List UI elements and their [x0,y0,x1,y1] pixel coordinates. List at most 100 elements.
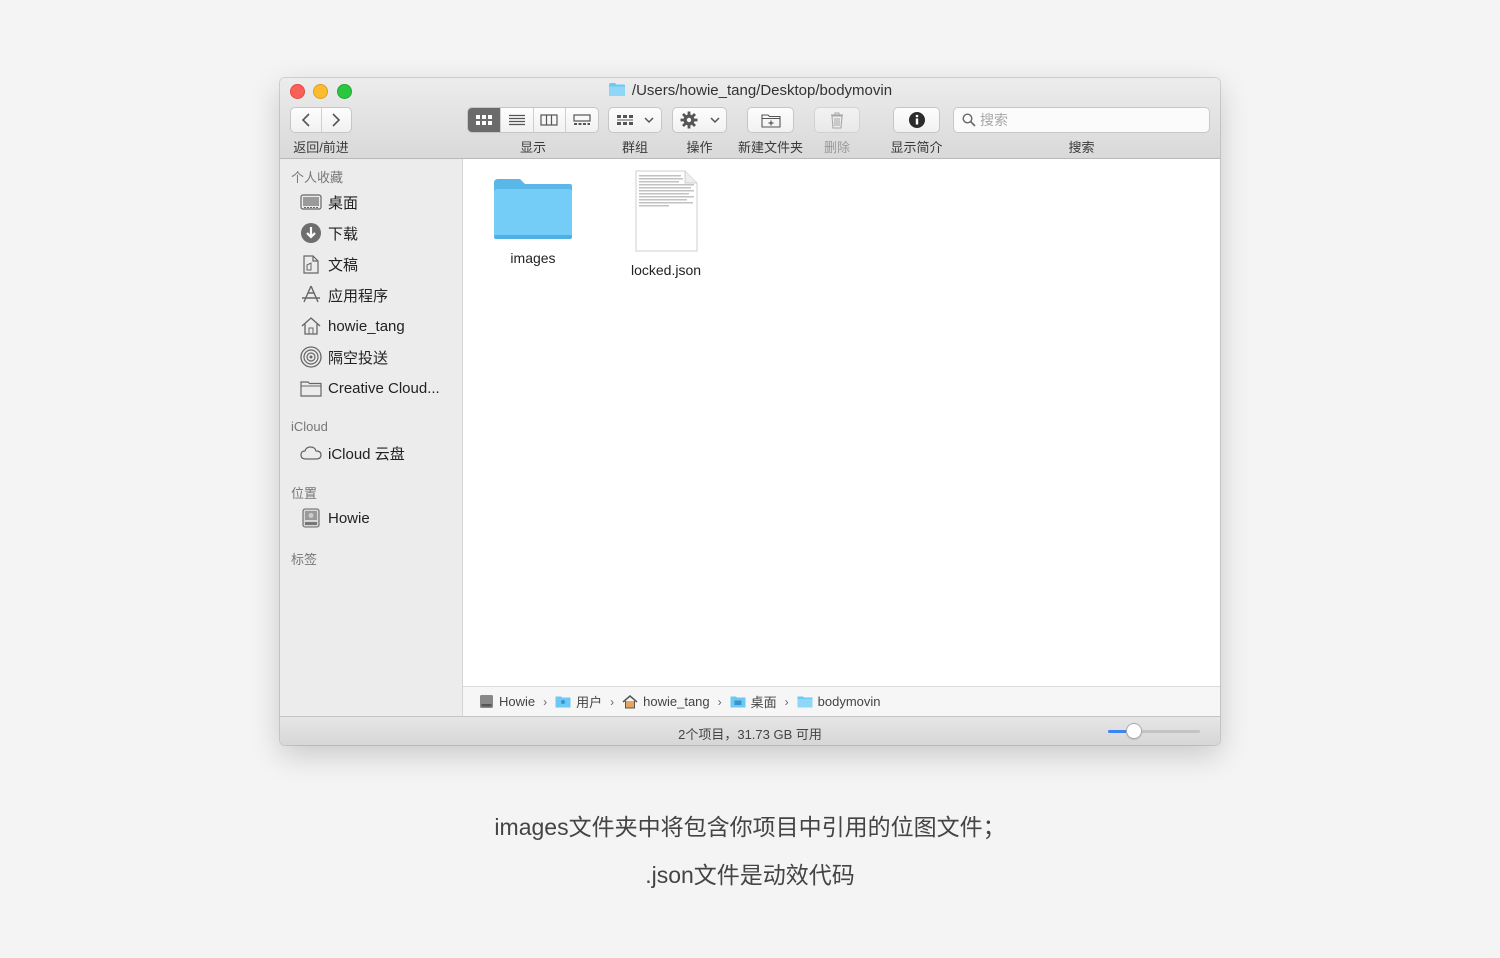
sidebar-section-locations: 位置 [291,486,318,501]
back-button[interactable] [291,108,322,132]
action-button[interactable] [672,107,727,133]
disk-icon [479,694,494,709]
trash-icon [831,112,843,129]
column-view-button[interactable] [534,108,567,132]
action-label: 操作 [686,140,713,155]
new-folder-button[interactable] [747,107,794,133]
chevron-right-icon [332,113,341,127]
path-bar: Howie › 用户 › howie_tang › 桌面 › bodymovin [463,686,1220,716]
chevron-down-icon [644,117,654,124]
back-forward-label: 返回/前进 [293,140,349,155]
sidebar-section-tags: 标签 [291,552,318,567]
status-bar: 2个项目，31.73 GB 可用 [280,716,1220,745]
sidebar-item-label: 文稿 [328,256,359,274]
get-info-label: 显示简介 [890,140,943,155]
home-icon [622,694,638,709]
caption-line-2: .json文件是动效代码 [645,862,855,888]
folder-icon [608,82,626,102]
cloud-icon [300,442,322,464]
sidebar-item-icloud-drive[interactable]: iCloud 云盘 [300,439,460,467]
sidebar-item-label: 应用程序 [328,287,389,305]
breadcrumb-label: 桌面 [750,695,777,710]
search-label: 搜索 [1068,140,1095,155]
search-icon [962,113,976,127]
sidebar-item-label: Howie [328,509,370,527]
gear-icon [680,111,697,129]
back-forward-control [290,107,352,133]
sidebar-item-applications[interactable]: 应用程序 [300,281,460,309]
disk-icon [300,507,322,529]
chevron-right-icon: › [543,694,548,709]
finder-window: /Users/howie_tang/Desktop/bodymovin 返回/前… [280,78,1220,745]
breadcrumb-howie[interactable]: Howie [479,694,535,709]
breadcrumb-users[interactable]: 用户 [555,692,602,711]
sidebar-item-downloads[interactable]: 下载 [300,219,460,247]
file-item-images[interactable]: images [483,169,583,266]
window-title: /Users/howie_tang/Desktop/bodymovin [280,82,1220,102]
breadcrumb-label: bodymovin [817,694,881,709]
chevron-left-icon [301,113,310,127]
forward-button[interactable] [322,108,352,132]
document-icon [635,170,698,252]
breadcrumb-bodymovin[interactable]: bodymovin [797,694,881,709]
file-name: locked.json [630,262,702,278]
get-info-button[interactable] [893,107,940,133]
folder-icon [300,377,322,399]
download-icon [300,222,322,244]
airdrop-icon [300,346,322,368]
file-browser: images locked.json [463,159,1220,686]
sidebar-item-home[interactable]: howie_tang [300,312,460,340]
group-grid-icon [617,115,633,125]
breadcrumb-label: 用户 [576,695,603,710]
sidebar-item-label: 下载 [328,225,359,243]
home-icon [300,315,322,337]
group-button[interactable] [608,107,662,133]
sidebar: 个人收藏 桌面 下载 文稿 应用程序 howie_tang 隔空投送 Creat… [280,159,463,716]
delete-label: 删除 [823,140,850,155]
list-view-button[interactable] [501,108,534,132]
icon-grid-icon [475,115,492,125]
sidebar-item-label: 桌面 [328,194,359,212]
breadcrumb-home[interactable]: howie_tang [622,694,710,709]
sidebar-item-desktop[interactable]: 桌面 [300,188,460,216]
desktop-icon [300,191,322,213]
sidebar-section-icloud: iCloud [291,419,328,434]
desktop-folder-icon [730,695,746,708]
status-text: 2个项目，31.73 GB 可用 [678,727,822,742]
delete-button[interactable] [814,107,860,133]
new-folder-label: 新建文件夹 [737,140,803,155]
slider-knob[interactable] [1126,724,1141,738]
sidebar-item-disk-howie[interactable]: Howie [300,504,460,532]
new-folder-icon [760,113,781,128]
list-icon [508,114,525,126]
sidebar-section-favorites: 个人收藏 [291,170,344,185]
breadcrumb-desktop[interactable]: 桌面 [730,692,777,711]
group-label: 群组 [621,140,648,155]
users-folder-icon [555,695,571,708]
view-label: 显示 [519,140,546,155]
sidebar-item-label: howie_tang [328,317,405,335]
sidebar-item-airdrop[interactable]: 隔空投送 [300,343,460,371]
folder-icon [494,179,572,239]
search-field[interactable] [953,107,1210,133]
file-item-locked-json[interactable]: locked.json [616,169,716,278]
gallery-view-button[interactable] [566,108,598,132]
gallery-icon [573,114,591,125]
sidebar-item-label: Creative Cloud... [328,379,440,397]
info-icon [908,112,925,128]
chevron-down-icon [709,117,720,124]
sidebar-item-documents[interactable]: 文稿 [300,250,460,278]
window-title-text: /Users/howie_tang/Desktop/bodymovin [631,82,893,99]
icon-size-slider[interactable] [1108,724,1200,738]
sidebar-item-label: 隔空投送 [328,349,389,367]
applications-icon [300,284,322,306]
sidebar-item-creative-cloud[interactable]: Creative Cloud... [300,374,460,402]
icon-view-button[interactable] [468,108,501,132]
title-bar: /Users/howie_tang/Desktop/bodymovin 返回/前… [280,78,1220,159]
documents-icon [300,253,322,275]
columns-icon [540,114,558,126]
breadcrumb-label: Howie [499,694,536,709]
caption-line-1: images文件夹中将包含你项目中引用的位图文件； [494,814,1006,840]
search-input[interactable] [980,110,1200,130]
chevron-right-icon: › [784,694,789,709]
